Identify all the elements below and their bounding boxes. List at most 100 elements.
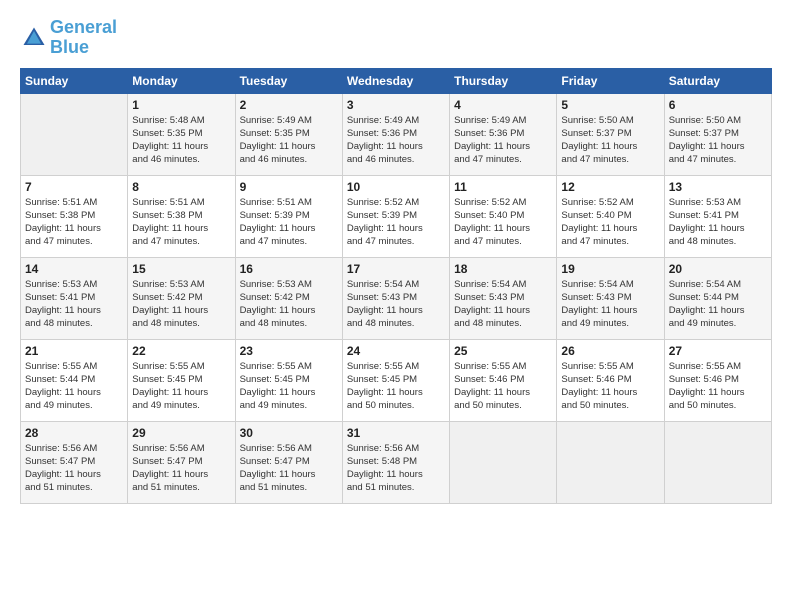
day-number: 20 xyxy=(669,262,767,276)
day-number: 11 xyxy=(454,180,552,194)
calendar-cell: 2 Sunrise: 5:49 AM Sunset: 5:35 PM Daylig… xyxy=(235,93,342,175)
day-info: Sunrise: 5:55 AM Sunset: 5:44 PM Dayligh… xyxy=(25,360,123,413)
logo: General Blue xyxy=(20,18,117,58)
calendar-cell: 1 Sunrise: 5:48 AM Sunset: 5:35 PM Daylig… xyxy=(128,93,235,175)
day-info: Sunrise: 5:53 AM Sunset: 5:42 PM Dayligh… xyxy=(240,278,338,331)
calendar-cell xyxy=(450,421,557,503)
day-number: 14 xyxy=(25,262,123,276)
calendar-cell: 27 Sunrise: 5:55 AM Sunset: 5:46 PM Dayli… xyxy=(664,339,771,421)
calendar-cell: 8 Sunrise: 5:51 AM Sunset: 5:38 PM Daylig… xyxy=(128,175,235,257)
week-row-3: 14 Sunrise: 5:53 AM Sunset: 5:41 PM Dayli… xyxy=(21,257,772,339)
day-info: Sunrise: 5:50 AM Sunset: 5:37 PM Dayligh… xyxy=(561,114,659,167)
calendar-cell: 19 Sunrise: 5:54 AM Sunset: 5:43 PM Dayli… xyxy=(557,257,664,339)
day-info: Sunrise: 5:51 AM Sunset: 5:39 PM Dayligh… xyxy=(240,196,338,249)
day-info: Sunrise: 5:51 AM Sunset: 5:38 PM Dayligh… xyxy=(132,196,230,249)
day-info: Sunrise: 5:53 AM Sunset: 5:42 PM Dayligh… xyxy=(132,278,230,331)
week-row-4: 21 Sunrise: 5:55 AM Sunset: 5:44 PM Dayli… xyxy=(21,339,772,421)
day-number: 16 xyxy=(240,262,338,276)
day-number: 31 xyxy=(347,426,445,440)
logo-text: General Blue xyxy=(50,18,117,58)
day-info: Sunrise: 5:50 AM Sunset: 5:37 PM Dayligh… xyxy=(669,114,767,167)
day-number: 13 xyxy=(669,180,767,194)
day-info: Sunrise: 5:55 AM Sunset: 5:46 PM Dayligh… xyxy=(669,360,767,413)
header: General Blue xyxy=(20,18,772,58)
day-number: 26 xyxy=(561,344,659,358)
day-number: 2 xyxy=(240,98,338,112)
day-number: 18 xyxy=(454,262,552,276)
day-number: 7 xyxy=(25,180,123,194)
day-info: Sunrise: 5:51 AM Sunset: 5:38 PM Dayligh… xyxy=(25,196,123,249)
calendar-cell: 13Sunrise: 5:53 AM Sunset: 5:41 PM Dayli… xyxy=(664,175,771,257)
calendar-cell: 26 Sunrise: 5:55 AM Sunset: 5:46 PM Dayli… xyxy=(557,339,664,421)
day-info: Sunrise: 5:53 AM Sunset: 5:41 PM Dayligh… xyxy=(25,278,123,331)
day-info: Sunrise: 5:54 AM Sunset: 5:43 PM Dayligh… xyxy=(561,278,659,331)
day-info: Sunrise: 5:55 AM Sunset: 5:45 PM Dayligh… xyxy=(132,360,230,413)
day-number: 10 xyxy=(347,180,445,194)
calendar-cell: 12 Sunrise: 5:52 AM Sunset: 5:40 PM Dayli… xyxy=(557,175,664,257)
weekday-wednesday: Wednesday xyxy=(342,68,449,93)
day-number: 17 xyxy=(347,262,445,276)
day-info: Sunrise: 5:54 AM Sunset: 5:43 PM Dayligh… xyxy=(347,278,445,331)
calendar-cell: 15 Sunrise: 5:53 AM Sunset: 5:42 PM Dayli… xyxy=(128,257,235,339)
calendar-cell: 7 Sunrise: 5:51 AM Sunset: 5:38 PM Daylig… xyxy=(21,175,128,257)
weekday-header-row: SundayMondayTuesdayWednesdayThursdayFrid… xyxy=(21,68,772,93)
day-number: 8 xyxy=(132,180,230,194)
calendar-cell: 31 Sunrise: 5:56 AM Sunset: 5:48 PM Dayli… xyxy=(342,421,449,503)
calendar-cell: 30 Sunrise: 5:56 AM Sunset: 5:47 PM Dayli… xyxy=(235,421,342,503)
day-number: 29 xyxy=(132,426,230,440)
day-number: 21 xyxy=(25,344,123,358)
day-number: 4 xyxy=(454,98,552,112)
day-number: 15 xyxy=(132,262,230,276)
calendar-cell: 28Sunrise: 5:56 AM Sunset: 5:47 PM Dayli… xyxy=(21,421,128,503)
calendar-cell: 6 Sunrise: 5:50 AM Sunset: 5:37 PM Daylig… xyxy=(664,93,771,175)
day-info: Sunrise: 5:49 AM Sunset: 5:35 PM Dayligh… xyxy=(240,114,338,167)
day-number: 1 xyxy=(132,98,230,112)
day-number: 3 xyxy=(347,98,445,112)
day-info: Sunrise: 5:55 AM Sunset: 5:45 PM Dayligh… xyxy=(347,360,445,413)
day-info: Sunrise: 5:56 AM Sunset: 5:47 PM Dayligh… xyxy=(240,442,338,495)
day-number: 23 xyxy=(240,344,338,358)
weekday-saturday: Saturday xyxy=(664,68,771,93)
calendar-cell: 16 Sunrise: 5:53 AM Sunset: 5:42 PM Dayli… xyxy=(235,257,342,339)
calendar-cell: 24 Sunrise: 5:55 AM Sunset: 5:45 PM Dayli… xyxy=(342,339,449,421)
day-info: Sunrise: 5:49 AM Sunset: 5:36 PM Dayligh… xyxy=(454,114,552,167)
calendar-cell: 10Sunrise: 5:52 AM Sunset: 5:39 PM Dayli… xyxy=(342,175,449,257)
day-number: 30 xyxy=(240,426,338,440)
week-row-1: 1 Sunrise: 5:48 AM Sunset: 5:35 PM Daylig… xyxy=(21,93,772,175)
calendar-cell: 17 Sunrise: 5:54 AM Sunset: 5:43 PM Dayli… xyxy=(342,257,449,339)
day-info: Sunrise: 5:52 AM Sunset: 5:40 PM Dayligh… xyxy=(454,196,552,249)
day-info: Sunrise: 5:56 AM Sunset: 5:47 PM Dayligh… xyxy=(132,442,230,495)
day-number: 27 xyxy=(669,344,767,358)
logo-icon xyxy=(20,24,48,52)
calendar-cell: 22Sunrise: 5:55 AM Sunset: 5:45 PM Dayli… xyxy=(128,339,235,421)
day-info: Sunrise: 5:56 AM Sunset: 5:48 PM Dayligh… xyxy=(347,442,445,495)
day-number: 19 xyxy=(561,262,659,276)
day-number: 24 xyxy=(347,344,445,358)
day-info: Sunrise: 5:48 AM Sunset: 5:35 PM Dayligh… xyxy=(132,114,230,167)
day-number: 25 xyxy=(454,344,552,358)
day-info: Sunrise: 5:49 AM Sunset: 5:36 PM Dayligh… xyxy=(347,114,445,167)
day-number: 6 xyxy=(669,98,767,112)
calendar-cell xyxy=(557,421,664,503)
weekday-thursday: Thursday xyxy=(450,68,557,93)
day-info: Sunrise: 5:55 AM Sunset: 5:46 PM Dayligh… xyxy=(561,360,659,413)
day-info: Sunrise: 5:55 AM Sunset: 5:46 PM Dayligh… xyxy=(454,360,552,413)
week-row-5: 28Sunrise: 5:56 AM Sunset: 5:47 PM Dayli… xyxy=(21,421,772,503)
calendar-cell: 4 Sunrise: 5:49 AM Sunset: 5:36 PM Daylig… xyxy=(450,93,557,175)
calendar-cell: 23 Sunrise: 5:55 AM Sunset: 5:45 PM Dayli… xyxy=(235,339,342,421)
day-info: Sunrise: 5:55 AM Sunset: 5:45 PM Dayligh… xyxy=(240,360,338,413)
calendar-cell: 14 Sunrise: 5:53 AM Sunset: 5:41 PM Dayli… xyxy=(21,257,128,339)
weekday-friday: Friday xyxy=(557,68,664,93)
weekday-tuesday: Tuesday xyxy=(235,68,342,93)
day-info: Sunrise: 5:52 AM Sunset: 5:40 PM Dayligh… xyxy=(561,196,659,249)
weekday-monday: Monday xyxy=(128,68,235,93)
calendar-cell: 21 Sunrise: 5:55 AM Sunset: 5:44 PM Dayli… xyxy=(21,339,128,421)
calendar-cell xyxy=(21,93,128,175)
day-number: 9 xyxy=(240,180,338,194)
day-number: 12 xyxy=(561,180,659,194)
calendar-cell: 20Sunrise: 5:54 AM Sunset: 5:44 PM Dayli… xyxy=(664,257,771,339)
calendar-cell: 29 Sunrise: 5:56 AM Sunset: 5:47 PM Dayli… xyxy=(128,421,235,503)
day-number: 5 xyxy=(561,98,659,112)
calendar-cell: 9 Sunrise: 5:51 AM Sunset: 5:39 PM Daylig… xyxy=(235,175,342,257)
weekday-sunday: Sunday xyxy=(21,68,128,93)
